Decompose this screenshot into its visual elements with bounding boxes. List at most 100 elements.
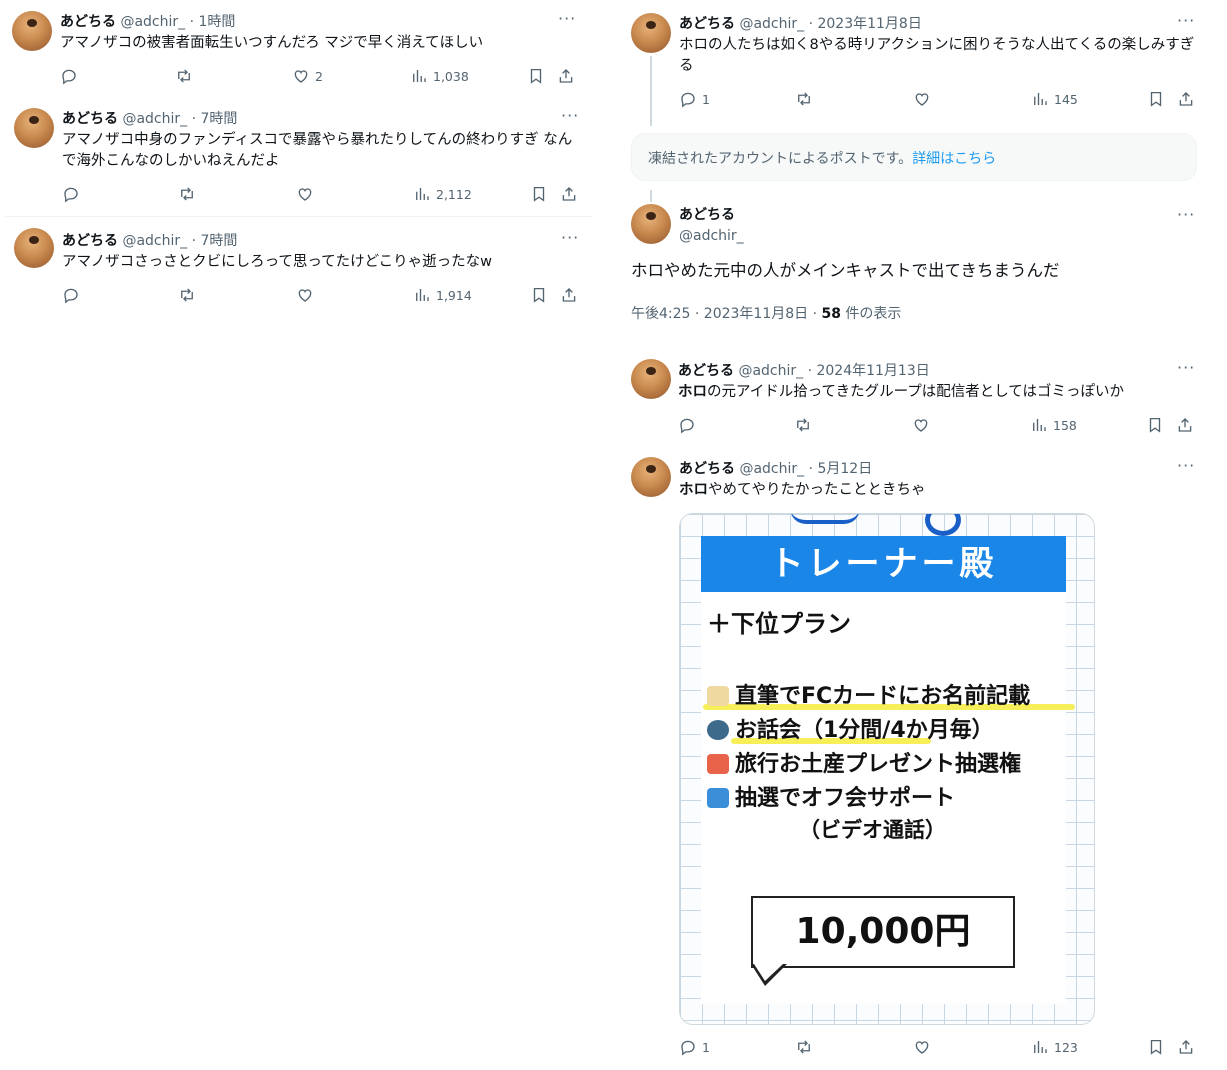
retweet-button[interactable] [175,67,198,85]
view-count: 158 [1053,417,1077,433]
views-label: 件の表示 [840,306,902,322]
plan-name: ＋下位プラン [707,610,851,638]
handle[interactable]: @adchir_ [122,111,187,127]
tweet[interactable]: あどちる @adchir_ · 5月12日 ··· ホロやめてやりたかったことと… [615,446,1215,1068]
timestamp[interactable]: · 2023年11月8日 [809,16,922,32]
retweet-button[interactable] [178,185,201,203]
timestamp[interactable]: · 2024年11月13日 [808,363,930,379]
bookmark-button[interactable] [1146,416,1164,434]
retweet-icon [795,90,813,108]
retweet-button[interactable] [795,1038,818,1056]
avatar[interactable] [631,359,671,399]
bookmark-button[interactable] [1147,90,1165,108]
handle[interactable]: @adchir_ [679,226,744,247]
handle[interactable]: @adchir_ [739,16,804,32]
share-button[interactable] [560,286,578,304]
tweet-image[interactable]: トレーナー殿 ＋下位プラン 直筆でFCカードにお名前記載 お話会（1分間/4か月… [679,513,1095,1025]
reply-button[interactable] [60,67,83,85]
more-options-icon[interactable]: ··· [561,228,579,247]
reply-icon [679,1038,697,1056]
avatar[interactable] [631,204,671,244]
like-button[interactable] [913,1038,936,1056]
reply-button[interactable] [678,416,701,434]
views-button[interactable]: 145 [1031,90,1078,108]
views-button[interactable]: 158 [1030,416,1077,434]
like-button[interactable] [913,90,936,108]
tweet-actions: 1 145 [679,90,1204,110]
tweet-header: あどちる @adchir_ · 7時間 [62,230,237,250]
share-button[interactable] [1176,416,1194,434]
tweet[interactable]: あどちる @adchir_ · 7時間 ··· アマノザコ中身のファンディスコで… [0,100,600,216]
display-name[interactable]: あどちる [679,205,744,226]
reply-button[interactable] [62,185,85,203]
timestamp[interactable]: · 7時間 [192,233,238,249]
like-button[interactable] [296,286,319,304]
display-name[interactable]: あどちる [62,233,118,249]
more-options-icon[interactable]: ··· [1177,205,1195,224]
bookmark-button[interactable] [530,286,548,304]
display-name[interactable]: あどちる [62,111,118,127]
timestamp[interactable]: · 1時間 [190,14,236,30]
tweet[interactable]: あどちる @adchir_ · 2023年11月8日 ··· ホロの人たちは如く… [615,0,1215,126]
views-button[interactable]: 1,914 [413,286,472,304]
share-icon [560,286,578,304]
tweet-text: アマノザコさっさとクビにしろって思ってたけどこりゃ逝ったなw [62,254,493,270]
views-button[interactable]: 123 [1031,1038,1078,1056]
like-button[interactable] [912,416,935,434]
timestamp[interactable]: · 5月12日 [809,461,873,477]
heart-icon [292,67,310,85]
tweet[interactable]: あどちる @adchir_ · 1時間 ··· アマノザコの被害者面転生いつすん… [0,0,600,100]
views-icon [1031,90,1049,108]
handle[interactable]: @adchir_ [122,233,187,249]
reply-button[interactable]: 1 [679,1038,710,1056]
reply-button[interactable] [62,286,85,304]
avatar[interactable] [631,13,671,53]
bookmark-icon [1147,1038,1165,1056]
avatar[interactable] [14,108,54,148]
more-options-icon[interactable]: ··· [561,106,579,125]
more-options-icon[interactable]: ··· [558,9,576,28]
retweet-button[interactable] [178,286,201,304]
tweet-actions: 2,112 [62,185,587,205]
tweet-text: アマノザコの被害者面転生いつすんだろ マジで早く消えてほしい [60,35,484,51]
tweet[interactable]: あどちる @adchir_ · 7時間 ··· アマノザコさっさとクビにしろって… [0,218,600,318]
views-button[interactable]: 1,038 [410,67,469,85]
tweet[interactable]: あどちる @adchir_ · 2024年11月13日 ··· ホロの元アイドル… [615,348,1215,446]
suspended-account-notice: 凍結されたアカウントによるポストです。詳細はこちら [631,133,1197,181]
display-name[interactable]: あどちる [679,16,735,32]
retweet-button[interactable] [795,90,818,108]
display-name[interactable]: あどちる [60,14,116,30]
bookmark-icon [1147,90,1165,108]
share-icon [557,67,575,85]
like-button[interactable] [296,185,319,203]
more-options-icon[interactable]: ··· [1177,11,1195,30]
timestamp[interactable]: 午後4:25 · 2023年11月8日 · [631,306,822,322]
reply-button[interactable]: 1 [679,90,710,108]
avatar[interactable] [631,457,671,497]
display-name[interactable]: あどちる [678,363,734,379]
handle[interactable]: @adchir_ [120,14,185,30]
display-name[interactable]: あどちる [679,461,735,477]
bookmark-button[interactable] [527,67,545,85]
avatar[interactable] [12,11,52,51]
share-button[interactable] [560,185,578,203]
share-button[interactable] [1177,90,1195,108]
handle[interactable]: @adchir_ [738,363,803,379]
learn-more-link[interactable]: 詳細はこちら [912,151,996,167]
retweet-button[interactable] [794,416,817,434]
more-options-icon[interactable]: ··· [1177,358,1195,377]
like-button[interactable]: 2 [292,67,323,85]
timestamp[interactable]: · 7時間 [192,111,238,127]
share-button[interactable] [557,67,575,85]
bookmark-button[interactable] [1147,1038,1165,1056]
handle[interactable]: @adchir_ [739,461,804,477]
like-count: 2 [315,68,323,84]
share-button[interactable] [1177,1038,1195,1056]
view-count: 1,914 [436,287,472,303]
bookmark-button[interactable] [530,185,548,203]
views-button[interactable]: 2,112 [413,185,472,203]
more-options-icon[interactable]: ··· [1177,456,1195,475]
avatar[interactable] [14,228,54,268]
view-count: 2,112 [436,186,472,202]
focused-tweet[interactable]: あどちる @adchir_ ··· ホロやめた元中の人がメインキャストで出てきち… [615,200,1215,330]
